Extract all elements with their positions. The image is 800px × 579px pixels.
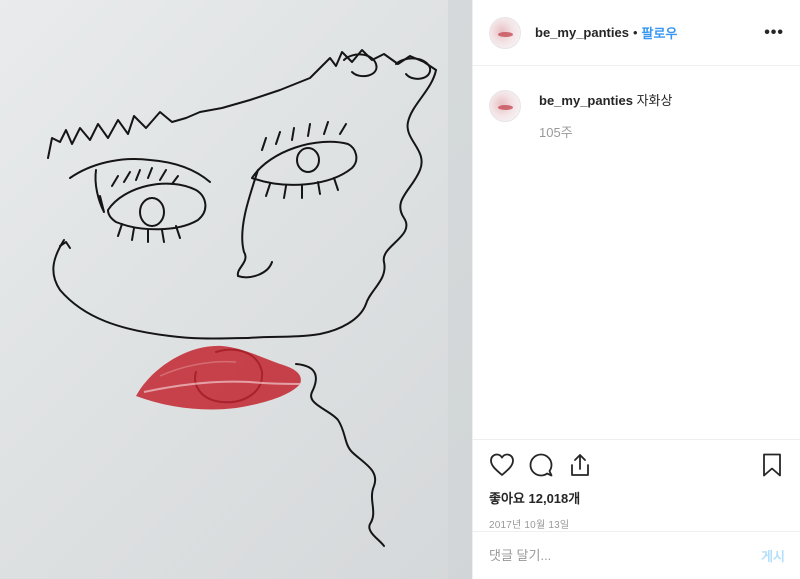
self-portrait-drawing: [47, 0, 472, 579]
follow-button[interactable]: 팔로우: [642, 23, 678, 42]
caption-avatar[interactable]: [489, 90, 521, 122]
comment-icon[interactable]: [528, 452, 554, 478]
caption-username[interactable]: be_my_panties: [539, 93, 633, 108]
post-comment-button[interactable]: 게시: [761, 546, 785, 565]
post-image[interactable]: [0, 0, 472, 579]
header-username[interactable]: be_my_panties: [535, 25, 629, 40]
post-details-panel: be_my_panties • 팔로우 ••• be_my_panties 자화…: [472, 0, 800, 579]
profile-avatar[interactable]: [489, 16, 521, 49]
caption-timestamp[interactable]: 105주: [539, 122, 672, 141]
more-options-icon[interactable]: •••: [764, 24, 784, 42]
caption-text: 자화상: [636, 93, 673, 108]
comment-bar: 게시: [473, 531, 800, 579]
action-icons: [489, 452, 785, 478]
post-header: be_my_panties • 팔로우 •••: [473, 0, 800, 66]
bookmark-icon[interactable]: [759, 452, 785, 478]
lip-print: [136, 345, 301, 410]
heart-icon[interactable]: [489, 452, 515, 478]
likes-count[interactable]: 좋아요 12,018개: [489, 488, 785, 507]
comment-input[interactable]: [489, 548, 762, 563]
share-icon[interactable]: [567, 452, 593, 478]
caption-body: be_my_panties 자화상 105주: [539, 90, 672, 141]
post-date[interactable]: 2017년 10월 13일: [489, 516, 785, 531]
caption: be_my_panties 자화상 105주: [473, 66, 800, 141]
caption-line: be_my_panties 자화상: [539, 92, 672, 110]
post-actions: 좋아요 12,018개 2017년 10월 13일: [473, 439, 800, 531]
header-separator: •: [632, 25, 638, 40]
